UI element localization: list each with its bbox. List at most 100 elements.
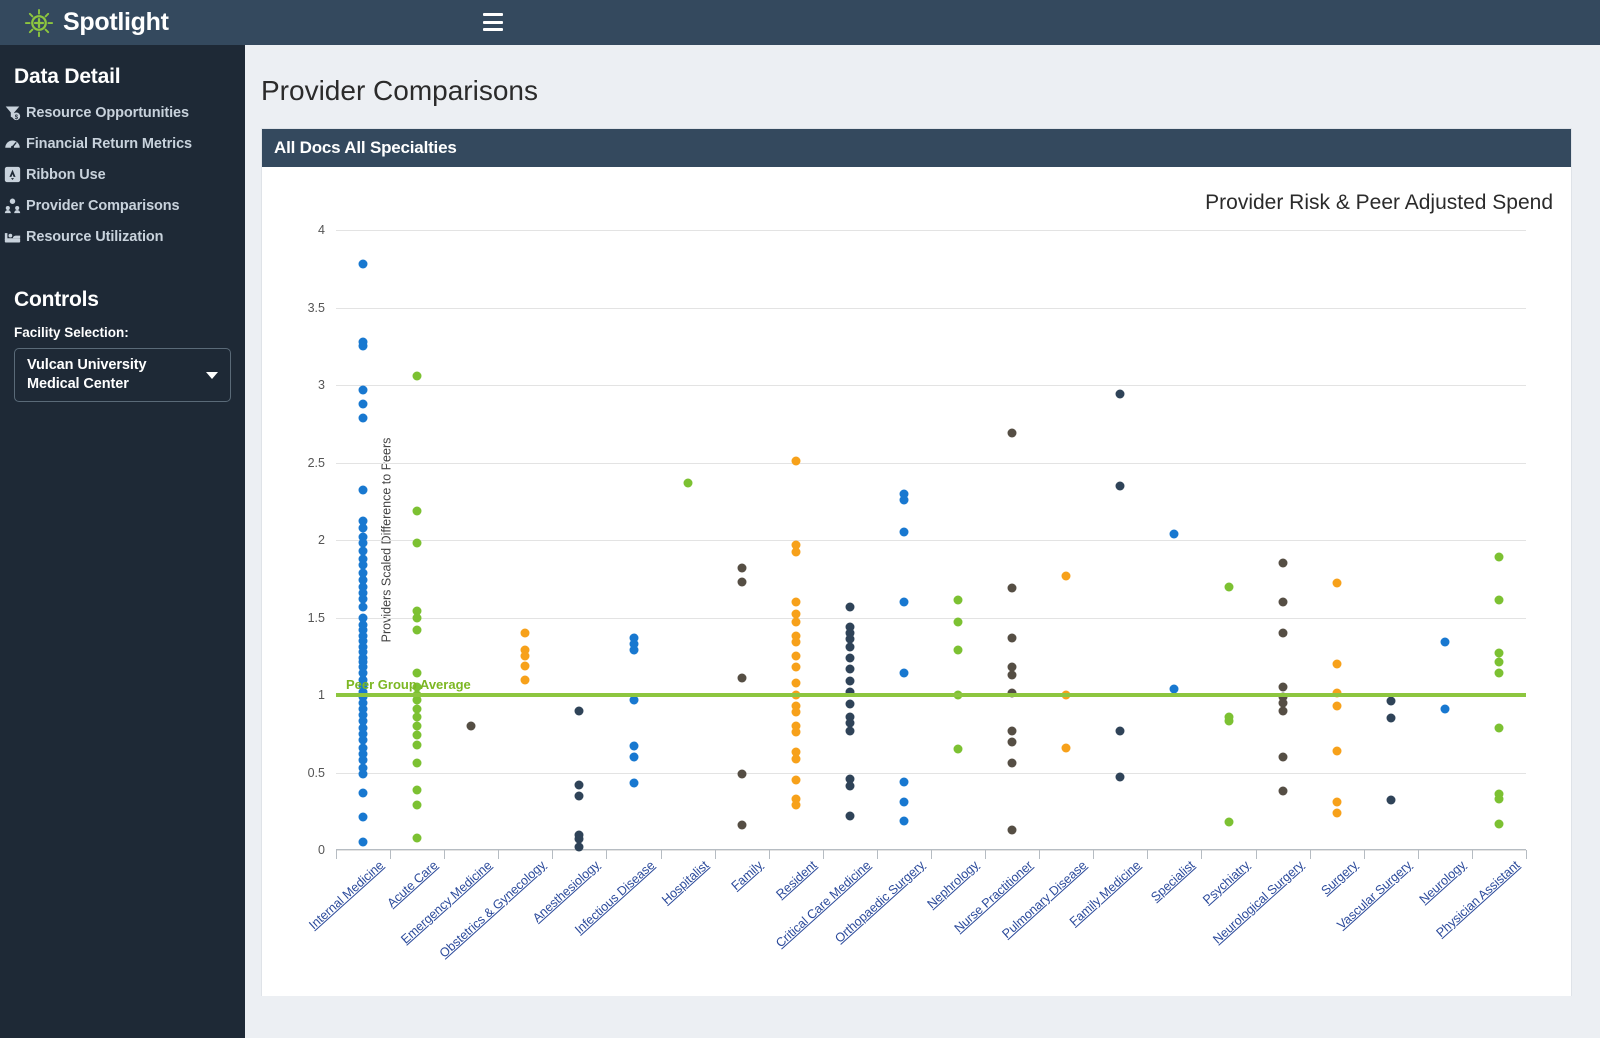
data-point[interactable]	[845, 664, 855, 674]
data-point[interactable]	[358, 602, 368, 612]
data-point[interactable]	[953, 617, 963, 627]
data-point[interactable]	[1494, 819, 1504, 829]
x-axis-category-link[interactable]: Obstetrics & Gynecology	[437, 858, 549, 960]
data-point[interactable]	[358, 385, 368, 395]
data-point[interactable]	[412, 730, 422, 740]
data-point[interactable]	[845, 642, 855, 652]
data-point[interactable]	[953, 645, 963, 655]
data-point[interactable]	[1332, 808, 1342, 818]
data-point[interactable]	[358, 837, 368, 847]
data-point[interactable]	[791, 754, 801, 764]
data-point[interactable]	[412, 625, 422, 635]
data-point[interactable]	[1494, 648, 1504, 658]
data-point[interactable]	[574, 706, 584, 715]
data-point[interactable]	[899, 816, 909, 826]
data-point[interactable]	[1007, 737, 1017, 746]
data-point[interactable]	[1169, 684, 1179, 694]
data-point[interactable]	[845, 781, 855, 791]
data-point[interactable]	[1332, 797, 1342, 807]
x-axis-category-link[interactable]: Orthopaedic Surgery	[832, 858, 927, 946]
data-point[interactable]	[412, 758, 422, 768]
x-axis-category-link[interactable]: Hospitalist	[659, 858, 711, 907]
data-point[interactable]	[412, 371, 422, 381]
facility-select[interactable]: Vulcan University Medical Center	[14, 348, 231, 402]
data-point[interactable]	[1007, 428, 1017, 438]
data-point[interactable]	[791, 662, 801, 672]
data-point[interactable]	[1061, 743, 1071, 753]
data-point[interactable]	[1007, 583, 1017, 593]
data-point[interactable]	[1332, 746, 1342, 756]
data-point[interactable]	[791, 456, 801, 466]
sidebar-item-financial-return-metrics[interactable]: Financial Return Metrics	[0, 128, 245, 159]
data-point[interactable]	[1494, 794, 1504, 804]
data-point[interactable]	[899, 527, 909, 537]
data-point[interactable]	[358, 788, 368, 798]
data-point[interactable]	[1332, 701, 1342, 711]
data-point[interactable]	[1494, 657, 1504, 667]
data-point[interactable]	[1115, 772, 1125, 782]
data-point[interactable]	[1007, 633, 1017, 643]
data-point[interactable]	[1494, 552, 1504, 562]
data-point[interactable]	[358, 341, 368, 351]
data-point[interactable]	[791, 597, 801, 607]
data-point[interactable]	[737, 769, 747, 779]
data-point[interactable]	[412, 833, 422, 843]
data-point[interactable]	[791, 707, 801, 717]
data-point[interactable]	[358, 399, 368, 409]
data-point[interactable]	[791, 651, 801, 661]
data-point[interactable]	[629, 752, 638, 762]
data-point[interactable]	[1278, 786, 1288, 796]
data-point[interactable]	[737, 563, 747, 573]
data-point[interactable]	[737, 673, 747, 683]
data-point[interactable]	[412, 538, 422, 548]
data-point[interactable]	[1494, 595, 1504, 605]
sidebar-item-provider-comparisons[interactable]: Provider Comparisons	[0, 190, 245, 221]
data-point[interactable]	[791, 617, 801, 627]
data-point[interactable]	[899, 668, 909, 678]
data-point[interactable]	[899, 797, 909, 807]
data-point[interactable]	[1007, 758, 1017, 768]
sidebar-item-resource-utilization[interactable]: Resource Utilization	[0, 221, 245, 252]
data-point[interactable]	[1061, 571, 1071, 581]
data-point[interactable]	[1278, 682, 1288, 692]
x-axis-category-link[interactable]: Psychiatry	[1200, 858, 1252, 907]
data-point[interactable]	[1224, 582, 1233, 591]
data-point[interactable]	[466, 721, 476, 731]
data-point[interactable]	[845, 699, 855, 709]
data-point[interactable]	[845, 676, 855, 686]
data-point[interactable]	[1115, 726, 1125, 736]
data-point[interactable]	[412, 740, 422, 750]
x-axis-category-link[interactable]: Neurological Surgery	[1210, 858, 1306, 947]
data-point[interactable]	[412, 506, 422, 516]
data-point[interactable]	[629, 741, 638, 751]
data-point[interactable]	[1278, 597, 1288, 607]
data-point[interactable]	[412, 800, 422, 810]
x-axis-category-link[interactable]: Resident	[773, 858, 819, 901]
data-point[interactable]	[1115, 389, 1125, 399]
data-point[interactable]	[1278, 706, 1288, 715]
data-point[interactable]	[520, 651, 530, 661]
data-point[interactable]	[629, 778, 638, 788]
data-point[interactable]	[412, 721, 422, 731]
data-point[interactable]	[412, 785, 422, 795]
data-point[interactable]	[358, 769, 368, 779]
data-point[interactable]	[791, 547, 801, 557]
data-point[interactable]	[791, 800, 801, 810]
x-axis-category-link[interactable]: Emergency Medicine	[398, 858, 494, 947]
sidebar-item-resource-opportunities[interactable]: $ Resource Opportunities	[0, 97, 245, 128]
hamburger-icon[interactable]	[483, 13, 503, 31]
data-point[interactable]	[358, 485, 368, 495]
x-axis-category-link[interactable]: Neurology	[1417, 858, 1469, 907]
data-point[interactable]	[1494, 668, 1504, 678]
data-point[interactable]	[358, 523, 368, 533]
x-axis-category-link[interactable]: Internal Medicine	[306, 858, 386, 932]
data-point[interactable]	[1278, 752, 1288, 762]
data-point[interactable]	[412, 613, 422, 622]
data-point[interactable]	[1278, 558, 1288, 568]
data-point[interactable]	[1386, 696, 1396, 706]
data-point[interactable]	[412, 712, 422, 722]
data-point[interactable]	[845, 726, 855, 736]
data-point[interactable]	[899, 495, 909, 505]
x-axis-category-link[interactable]: Critical Care Medicine	[773, 858, 873, 950]
data-point[interactable]	[1007, 825, 1017, 835]
